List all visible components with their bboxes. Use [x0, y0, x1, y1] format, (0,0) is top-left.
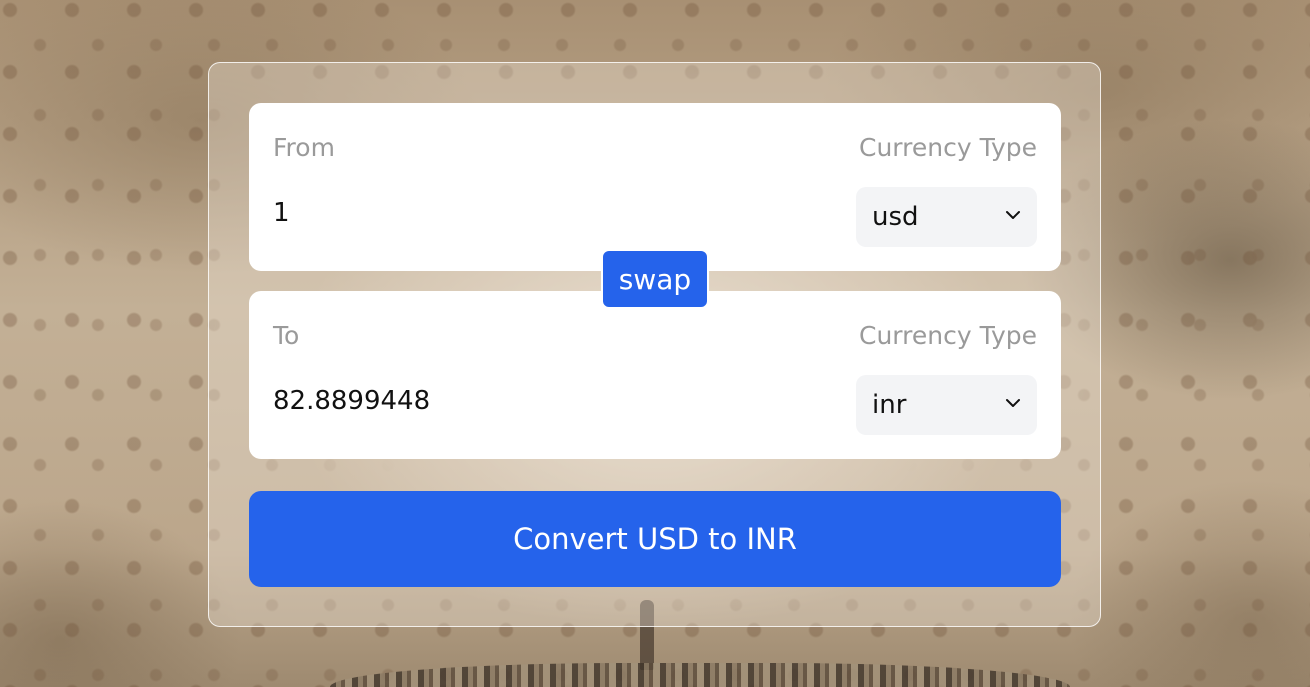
- to-label: To: [273, 321, 300, 350]
- convert-button[interactable]: Convert USD to INR: [249, 491, 1061, 587]
- from-currency-value: usd: [872, 202, 919, 232]
- to-card: To Currency Type inr: [249, 291, 1061, 459]
- chevron-down-icon: [1006, 211, 1020, 219]
- from-card: From Currency Type usd: [249, 103, 1061, 271]
- from-label: From: [273, 133, 335, 162]
- swap-button[interactable]: swap: [601, 249, 709, 309]
- from-currency-select[interactable]: usd: [856, 187, 1037, 247]
- to-currency-type-label: Currency Type: [858, 321, 1037, 350]
- chevron-down-icon: [1006, 399, 1020, 407]
- from-amount-input[interactable]: [273, 198, 723, 228]
- to-amount-input[interactable]: [273, 386, 723, 416]
- to-currency-value: inr: [872, 390, 907, 420]
- from-currency-type-label: Currency Type: [858, 133, 1037, 162]
- to-currency-select[interactable]: inr: [856, 375, 1037, 435]
